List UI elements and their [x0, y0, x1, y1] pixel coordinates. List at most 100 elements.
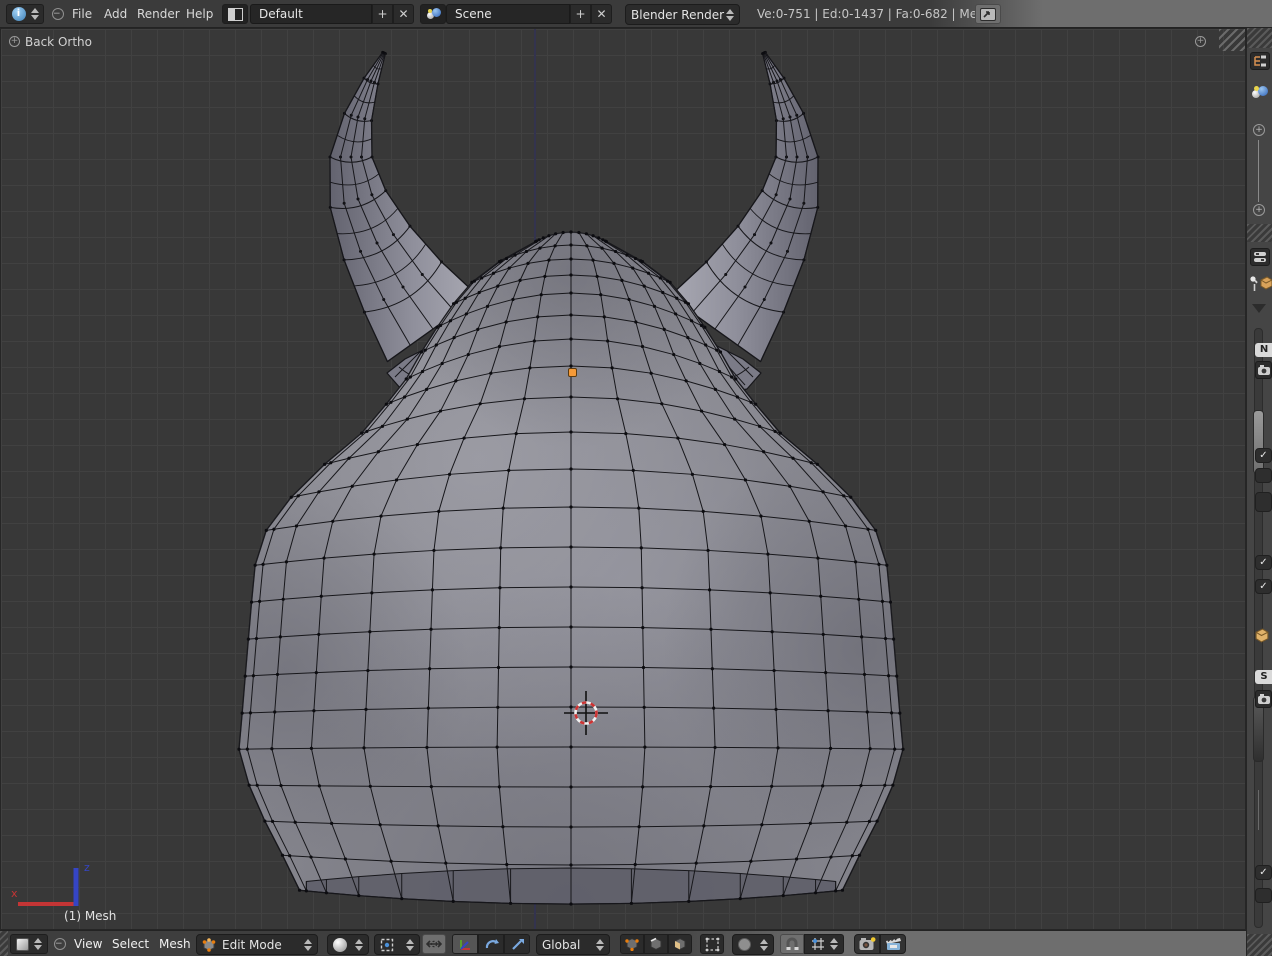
new-window-icon: [980, 8, 996, 21]
pivot-icon: [380, 938, 394, 952]
menu-render[interactable]: Render: [135, 4, 182, 24]
duplicate-window-button[interactable]: [975, 4, 1001, 24]
outliner-icon: [1253, 55, 1267, 67]
translate-manipulator-icon: [458, 937, 473, 952]
occlude-geometry-icon: [705, 937, 720, 952]
scene-add-button[interactable]: +: [570, 4, 591, 24]
outliner-connector-line: [1258, 140, 1259, 202]
scale-manipulator-icon: [510, 937, 525, 952]
editor-corner-widget[interactable]: [0, 931, 8, 956]
editor-corner-widget[interactable]: [1247, 934, 1272, 956]
screen-delete-button[interactable]: ✕: [393, 4, 414, 24]
edit-mode-icon: [202, 938, 216, 952]
menu-select[interactable]: Select: [110, 934, 151, 954]
face-select-icon: [673, 937, 687, 951]
editor-type-selector[interactable]: [10, 934, 48, 954]
screen-layout-button[interactable]: [222, 4, 248, 24]
scene-name-field[interactable]: Scene: [446, 4, 570, 24]
viewport-shading-dropdown[interactable]: [327, 934, 369, 955]
open-properties-region-button[interactable]: +: [1195, 36, 1206, 47]
3d-view-editor-icon: [16, 938, 29, 951]
outliner-scene-icon[interactable]: [1252, 86, 1267, 102]
edge-select-icon: [649, 937, 663, 951]
checkbox-checked[interactable]: ✓: [1255, 865, 1272, 880]
chevron-updown-icon: [726, 9, 734, 21]
screen-layout-field[interactable]: Default: [250, 4, 372, 24]
chevron-updown-icon: [596, 939, 604, 951]
editor-corner-widget[interactable]: [1247, 224, 1272, 242]
camera-icon[interactable]: [1255, 690, 1272, 708]
viewport-header: − View Select Mesh Edit Mode: [0, 930, 1246, 956]
mesh-data-cube-icon[interactable]: [1255, 628, 1269, 646]
info-editor-icon: i: [12, 7, 26, 21]
properties-sliders-icon: [1253, 251, 1267, 263]
render-image-button[interactable]: [854, 934, 880, 954]
solid-shading-icon: [333, 938, 347, 952]
properties-editor-button[interactable]: [1250, 248, 1270, 266]
chevron-updown-icon: [406, 939, 414, 951]
panel-tab[interactable]: S: [1255, 670, 1272, 684]
chevron-updown-icon: [355, 939, 363, 951]
render-camera-icon: [859, 937, 876, 951]
scrollbar-thumb[interactable]: [1253, 410, 1264, 474]
outliner-expand-icon[interactable]: +: [1253, 204, 1265, 216]
checkbox-checked[interactable]: ✓: [1255, 448, 1272, 463]
snap-increment-icon: [811, 937, 825, 951]
transform-orientation-dropdown[interactable]: Global: [536, 934, 610, 955]
checkbox[interactable]: [1255, 888, 1272, 903]
checkbox[interactable]: [1255, 492, 1272, 512]
mesh-wireframe[interactable]: [1, 29, 1246, 930]
scale-manipulator-button[interactable]: [504, 934, 530, 954]
manipulator-arrows-icon: [426, 938, 442, 950]
render-engine-dropdown[interactable]: Blender Render: [625, 4, 740, 25]
menu-mesh[interactable]: Mesh: [157, 934, 193, 954]
screen-add-button[interactable]: +: [372, 4, 393, 24]
mode-dropdown[interactable]: Edit Mode: [196, 934, 318, 955]
proportional-editing-dropdown[interactable]: [732, 934, 774, 955]
3d-viewport[interactable]: + Back Ortho + x z (1) Mesh: [0, 28, 1246, 930]
limit-selection-visible-button[interactable]: [700, 934, 724, 954]
orientation-label: Global: [542, 938, 580, 952]
face-select-button[interactable]: [668, 934, 692, 954]
outliner-editor-button[interactable]: [1250, 52, 1270, 70]
collapse-menus-button[interactable]: −: [54, 938, 66, 950]
menu-file[interactable]: File: [70, 4, 94, 24]
scene-delete-button[interactable]: ✕: [591, 4, 612, 24]
render-animation-button[interactable]: [880, 934, 906, 954]
clapperboard-icon: [885, 937, 902, 951]
pivot-point-dropdown[interactable]: [374, 934, 420, 955]
menu-add[interactable]: Add: [102, 4, 129, 24]
scene-browse-button[interactable]: [420, 4, 446, 24]
vertex-select-button[interactable]: [620, 934, 644, 954]
panel-tab[interactable]: N: [1255, 343, 1272, 357]
menu-help[interactable]: Help: [184, 4, 215, 24]
info-header: i − File Add Render Help Default + ✕ Sce…: [0, 0, 1272, 28]
divider: [1258, 790, 1259, 830]
edge-select-button[interactable]: [644, 934, 668, 954]
collapse-menus-button[interactable]: −: [52, 8, 64, 20]
camera-icon[interactable]: [1255, 361, 1272, 379]
checkbox[interactable]: [1255, 468, 1272, 483]
chevron-updown-icon: [760, 939, 768, 951]
snap-element-dropdown[interactable]: [804, 934, 844, 954]
checkbox-checked[interactable]: ✓: [1255, 555, 1272, 570]
chevron-down-icon[interactable]: [1252, 304, 1266, 313]
checkbox-checked[interactable]: ✓: [1255, 579, 1272, 594]
pin-icon[interactable]: [1249, 276, 1260, 295]
active-object-label: (1) Mesh: [64, 909, 116, 923]
manipulator-toggle-button[interactable]: [422, 934, 446, 954]
object-cube-icon[interactable]: [1260, 276, 1272, 293]
screen-layout-icon: [228, 8, 243, 21]
rotate-manipulator-button[interactable]: [478, 934, 504, 954]
editor-corner-widget[interactable]: [1219, 29, 1245, 51]
editor-type-selector[interactable]: i: [6, 4, 44, 24]
outliner-expand-icon[interactable]: +: [1253, 124, 1265, 136]
right-editor-strip[interactable]: + + N ✓ ✓ ✓ S: [1246, 28, 1272, 956]
snap-toggle-button[interactable]: [780, 934, 804, 954]
editor-corner-widget[interactable]: [1247, 28, 1272, 48]
menu-view[interactable]: View: [72, 934, 104, 954]
editor-type-stepper-icon[interactable]: [34, 938, 42, 950]
editor-type-stepper-icon[interactable]: [31, 8, 39, 20]
blender-window: i − File Add Render Help Default + ✕ Sce…: [0, 0, 1272, 956]
translate-manipulator-button[interactable]: [452, 934, 478, 954]
